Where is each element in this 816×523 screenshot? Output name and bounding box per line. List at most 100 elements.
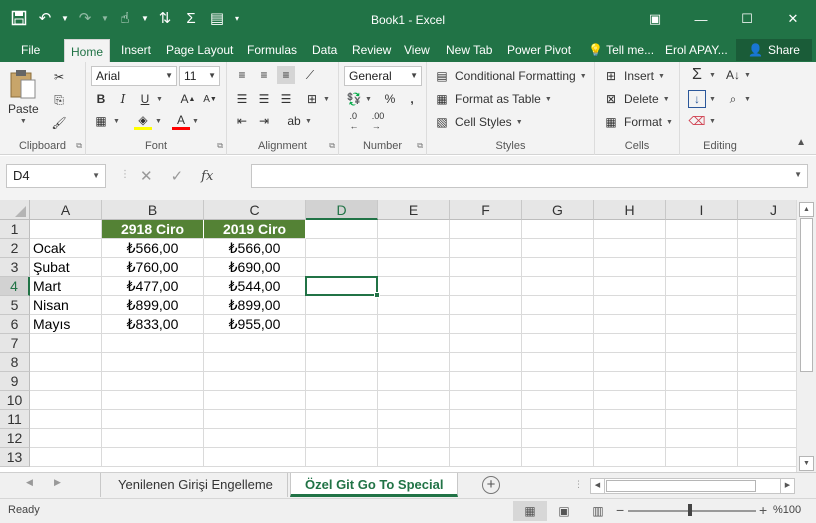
cell-i2[interactable]	[666, 239, 738, 258]
save-icon[interactable]	[8, 6, 30, 30]
fill-color-icon[interactable]: ◈	[134, 112, 152, 130]
orientation-dropdown-icon[interactable]: ▼	[305, 118, 312, 125]
column-header-e[interactable]: E	[378, 200, 450, 220]
cell-h4[interactable]	[594, 277, 666, 296]
cell-h2[interactable]	[594, 239, 666, 258]
cell-h8[interactable]	[594, 353, 666, 372]
cell-b1[interactable]: 2918 Ciro	[102, 220, 204, 239]
cell-d10[interactable]	[306, 391, 378, 410]
cell-e6[interactable]	[378, 315, 450, 334]
cell-c12[interactable]	[204, 429, 306, 448]
decrease-decimal-icon[interactable]: .00 →	[369, 111, 387, 131]
autosum-icon[interactable]: Σ	[180, 6, 202, 30]
sheet-tab-yenilenen[interactable]: Yenilenen Girişi Engelleme	[104, 473, 288, 497]
cut-icon[interactable]: ✂	[50, 68, 68, 86]
cell-f7[interactable]	[450, 334, 522, 353]
cell-j4[interactable]	[738, 277, 796, 296]
borders-icon[interactable]: ▦	[92, 112, 110, 130]
comma-style-icon[interactable]: ,	[403, 90, 421, 108]
currency-dropdown-icon[interactable]: ▼	[365, 96, 372, 103]
cell-f1[interactable]	[450, 220, 522, 239]
cell-g5[interactable]	[522, 296, 594, 315]
copy-icon[interactable]: ⎘	[50, 91, 68, 109]
name-box[interactable]: D4 ▼	[6, 164, 106, 188]
normal-view-icon[interactable]: ▦	[513, 501, 547, 521]
decrease-indent-icon[interactable]: ⇤	[233, 112, 251, 130]
row-header-2[interactable]: 2	[0, 239, 30, 258]
insert-function-icon[interactable]: fx	[201, 169, 213, 184]
cell-i11[interactable]	[666, 410, 738, 429]
customize-qat-icon[interactable]: ▾	[232, 6, 242, 30]
zoom-out-icon[interactable]: −	[616, 502, 624, 518]
cell-a5[interactable]: Nisan	[30, 296, 102, 315]
cell-i4[interactable]	[666, 277, 738, 296]
zoom-slider-knob[interactable]	[688, 504, 692, 516]
cell-g1[interactable]	[522, 220, 594, 239]
cell-d1[interactable]	[306, 220, 378, 239]
cell-c8[interactable]	[204, 353, 306, 372]
format-as-table-button[interactable]: ▦ Format as Table ▼	[433, 90, 551, 108]
cell-i1[interactable]	[666, 220, 738, 239]
format-cells-button[interactable]: ▦ Format ▼	[602, 113, 673, 131]
cell-e10[interactable]	[378, 391, 450, 410]
borders-dropdown-icon[interactable]: ▼	[113, 118, 120, 125]
row-header-13[interactable]: 13	[0, 448, 30, 467]
cell-g6[interactable]	[522, 315, 594, 334]
clear-dropdown-icon[interactable]: ▼	[709, 118, 716, 125]
number-launcher-icon[interactable]: ⧉	[417, 141, 423, 151]
align-center-icon[interactable]: ☰	[255, 90, 273, 108]
cell-i9[interactable]	[666, 372, 738, 391]
fill-color-dropdown-icon[interactable]: ▼	[155, 118, 162, 125]
row-header-9[interactable]: 9	[0, 372, 30, 391]
cell-f2[interactable]	[450, 239, 522, 258]
increase-font-icon[interactable]: A ▲	[179, 90, 197, 108]
cell-j1[interactable]	[738, 220, 796, 239]
cell-f12[interactable]	[450, 429, 522, 448]
cell-c5[interactable]: ₺899,00	[204, 296, 306, 315]
cell-d6[interactable]	[306, 315, 378, 334]
column-header-g[interactable]: G	[522, 200, 594, 220]
cell-c13[interactable]	[204, 448, 306, 467]
conditional-formatting-button[interactable]: ▤ Conditional Formatting ▼	[433, 67, 586, 85]
cell-g2[interactable]	[522, 239, 594, 258]
increase-indent-icon[interactable]: ⇥	[255, 112, 273, 130]
close-button[interactable]: ✕	[770, 0, 816, 38]
cell-b3[interactable]: ₺760,00	[102, 258, 204, 277]
font-size-combo[interactable]: 11 ▼	[179, 66, 220, 86]
cell-d7[interactable]	[306, 334, 378, 353]
cell-c6[interactable]: ₺955,00	[204, 315, 306, 334]
row-header-1[interactable]: 1	[0, 220, 30, 239]
cell-d2[interactable]	[306, 239, 378, 258]
horizontal-scrollbar[interactable]: ◀ ▶	[590, 478, 795, 494]
font-launcher-icon[interactable]: ⧉	[217, 141, 223, 151]
tab-view[interactable]: View	[404, 38, 430, 62]
scroll-left-icon[interactable]: ◀	[591, 479, 605, 493]
cell-b12[interactable]	[102, 429, 204, 448]
tell-me-search[interactable]: 💡 Tell me...	[588, 38, 654, 62]
cell-e11[interactable]	[378, 410, 450, 429]
italic-icon[interactable]: I	[114, 90, 132, 108]
cell-b5[interactable]: ₺899,00	[102, 296, 204, 315]
merge-dropdown-icon[interactable]: ▼	[323, 96, 330, 103]
zoom-in-icon[interactable]: +	[759, 502, 767, 518]
cell-g10[interactable]	[522, 391, 594, 410]
vertical-scrollbar[interactable]: ▲ ▼	[796, 200, 816, 472]
column-header-a[interactable]: A	[30, 200, 102, 220]
cell-f10[interactable]	[450, 391, 522, 410]
cell-e8[interactable]	[378, 353, 450, 372]
sort-dropdown-icon[interactable]: ▼	[744, 72, 751, 79]
bottom-align-icon[interactable]: ≡	[277, 66, 295, 84]
cell-b7[interactable]	[102, 334, 204, 353]
tab-splitter-icon[interactable]: ⋮	[574, 479, 583, 490]
cell-c4[interactable]: ₺544,00	[204, 277, 306, 296]
sort-icon[interactable]: ⇅	[154, 6, 176, 30]
autosum-icon[interactable]: Σ	[688, 66, 706, 84]
cell-b10[interactable]	[102, 391, 204, 410]
cell-g13[interactable]	[522, 448, 594, 467]
font-color-dropdown-icon[interactable]: ▼	[192, 118, 199, 125]
cell-a12[interactable]	[30, 429, 102, 448]
undo-icon[interactable]: ↶	[34, 6, 56, 30]
account-name[interactable]: Erol APAY...	[665, 38, 728, 62]
tab-new-tab[interactable]: New Tab	[446, 38, 492, 62]
touch-mode-icon[interactable]: ☝	[114, 6, 136, 30]
